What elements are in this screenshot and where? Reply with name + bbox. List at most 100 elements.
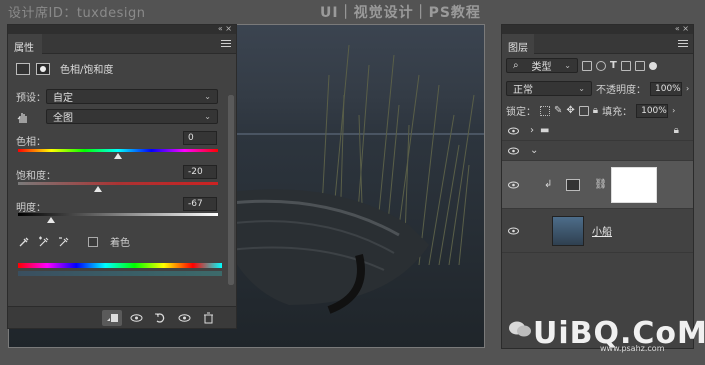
- preset-select[interactable]: 自定 ⌄: [46, 89, 218, 104]
- adjustment-title: 色相/饱和度: [60, 65, 114, 76]
- scrollbar-thumb[interactable]: [228, 95, 234, 285]
- properties-scrollbar[interactable]: [228, 95, 234, 285]
- filter-search-icon: ⌕: [513, 60, 519, 71]
- filter-type-icon[interactable]: T: [610, 60, 617, 71]
- fill-input[interactable]: 100%: [636, 103, 669, 118]
- preset-row: 预设： 自定 ⌄: [16, 89, 218, 104]
- collapse-panel-icon[interactable]: « ×: [218, 24, 232, 33]
- eyedropper-plus-icon[interactable]: [38, 236, 50, 248]
- lock-label: 锁定：: [506, 107, 536, 118]
- opacity-label: 不透明度：: [596, 85, 646, 96]
- lock-position-icon[interactable]: ✥: [566, 105, 574, 116]
- saturation-label: 饱和度：: [16, 171, 56, 182]
- saturation-slider-thumb[interactable]: [94, 186, 102, 192]
- hue-slider-thumb[interactable]: [114, 153, 122, 159]
- layer-mask-thumbnail[interactable]: [611, 166, 658, 203]
- eyedropper-icon[interactable]: [18, 236, 30, 248]
- lock-transparency-icon[interactable]: [540, 105, 550, 116]
- lock-all-icon[interactable]: 🔒︎: [593, 105, 598, 116]
- eyedropper-row: 着色: [18, 234, 130, 249]
- filter-pixel-icon[interactable]: [582, 60, 592, 71]
- layers-tabbar: 图层: [502, 34, 693, 54]
- layers-panel: « × 图层 ⌕ 类型 ⌄ T 正常 ⌄ 不透明度： 100% › 锁定： ✎ …: [501, 24, 694, 349]
- filter-adjustment-icon[interactable]: [596, 60, 606, 71]
- hue-spectrum-top: [18, 263, 222, 268]
- properties-panel: « × 属性 色相/饱和度 预设： 自定 ⌄ 全图 ⌄ 色相： 0 饱和度： -…: [7, 24, 237, 329]
- properties-bottom-bar: [8, 306, 236, 328]
- delete-adjustment-button[interactable]: [198, 310, 218, 326]
- eyedropper-minus-icon[interactable]: [58, 236, 70, 248]
- hue-label: 色相：: [16, 137, 46, 148]
- lightness-label: 明度：: [16, 203, 46, 214]
- reset-button[interactable]: [150, 310, 170, 326]
- saturation-input[interactable]: -20: [183, 165, 217, 179]
- folder-icon: ▬: [540, 125, 550, 136]
- collapse-chevron-icon[interactable]: ⌄: [530, 145, 538, 156]
- layer-row-group[interactable]: › ▬ 🔒︎: [502, 121, 693, 141]
- chevron-down-icon: ⌄: [204, 92, 211, 101]
- panel-menu-icon[interactable]: [678, 38, 688, 48]
- eye-icon: [178, 314, 190, 322]
- clip-to-layer-button[interactable]: [102, 310, 122, 326]
- hue-input[interactable]: 0: [183, 131, 217, 145]
- filter-toggle-icon[interactable]: [648, 61, 657, 70]
- clip-arrow-icon: ↲: [544, 179, 553, 190]
- toggle-visibility-button[interactable]: [174, 310, 194, 326]
- wechat-logo-icon: [509, 321, 531, 337]
- hue-slider-track[interactable]: [18, 149, 218, 152]
- filter-smartobject-icon[interactable]: [634, 60, 645, 71]
- lightness-slider-track[interactable]: [18, 213, 218, 216]
- brand-url: www.psahz.com: [600, 344, 665, 353]
- hue-spectrum-bottom: [18, 271, 222, 276]
- lock-icon: 🔒︎: [673, 125, 679, 136]
- colorize-label: 着色: [110, 238, 130, 249]
- adjustment-layer-icon[interactable]: [16, 62, 30, 75]
- view-previous-state-button[interactable]: [126, 310, 146, 326]
- tab-layers[interactable]: 图层: [502, 34, 534, 54]
- opacity-chevron-icon[interactable]: ›: [686, 84, 689, 93]
- layer-kind-filter[interactable]: ⌕ 类型 ⌄: [506, 58, 578, 73]
- filter-shape-icon[interactable]: [620, 60, 631, 71]
- opacity-input[interactable]: 100%: [650, 81, 682, 96]
- eye-icon[interactable]: [502, 127, 524, 135]
- saturation-slider-track[interactable]: [18, 182, 218, 185]
- channel-select[interactable]: 全图 ⌄: [46, 109, 218, 124]
- eye-icon[interactable]: [502, 147, 524, 155]
- reset-icon: [154, 313, 164, 323]
- channel-select-value: 全图: [53, 113, 73, 124]
- panel-topbar: « ×: [502, 24, 693, 34]
- blend-row: 正常 ⌄ 不透明度： 100% ›: [506, 81, 689, 96]
- eye-icon[interactable]: [502, 181, 524, 189]
- eye-icon[interactable]: [502, 227, 524, 235]
- lock-artboard-icon[interactable]: [578, 105, 589, 116]
- mask-icon[interactable]: [36, 62, 50, 75]
- mask-link-icon[interactable]: ⛓: [594, 179, 607, 190]
- lock-image-icon[interactable]: ✎: [554, 105, 562, 116]
- layer-row-image[interactable]: 小船: [502, 209, 693, 253]
- layer-name[interactable]: 小船: [592, 223, 612, 238]
- collapse-panel-icon[interactable]: « ×: [675, 24, 689, 33]
- fill-chevron-icon[interactable]: ›: [672, 106, 675, 115]
- layer-row-group-open[interactable]: ⌄: [502, 141, 693, 161]
- expand-chevron-icon[interactable]: ›: [530, 125, 534, 136]
- lightness-slider-thumb[interactable]: [47, 217, 55, 223]
- chevron-down-icon: ⌄: [578, 84, 585, 93]
- hand-adjust-icon[interactable]: [16, 110, 30, 124]
- colorize-checkbox[interactable]: [88, 236, 98, 247]
- blend-mode-value: 正常: [513, 85, 533, 96]
- lightness-input[interactable]: -67: [183, 197, 217, 211]
- blend-mode-select[interactable]: 正常 ⌄: [506, 81, 592, 96]
- properties-tabbar: 属性: [8, 34, 236, 54]
- preset-label: 预设：: [16, 93, 46, 104]
- tab-properties[interactable]: 属性: [8, 34, 42, 54]
- eye-previous-icon: [130, 314, 142, 322]
- canvas-boat: [209, 189, 429, 314]
- preset-select-value: 自定: [53, 93, 73, 104]
- layer-kind-filter-value: 类型: [531, 62, 552, 73]
- layer-row-adjustment[interactable]: ↲ ⛓: [502, 161, 693, 209]
- chevron-down-icon: ⌄: [204, 112, 211, 121]
- panel-menu-icon[interactable]: [221, 38, 231, 48]
- layer-filter-row: ⌕ 类型 ⌄ T: [506, 58, 657, 73]
- watermark-author: 设计席ID：tuxdesign: [8, 6, 146, 21]
- layer-image-thumbnail[interactable]: [552, 215, 584, 246]
